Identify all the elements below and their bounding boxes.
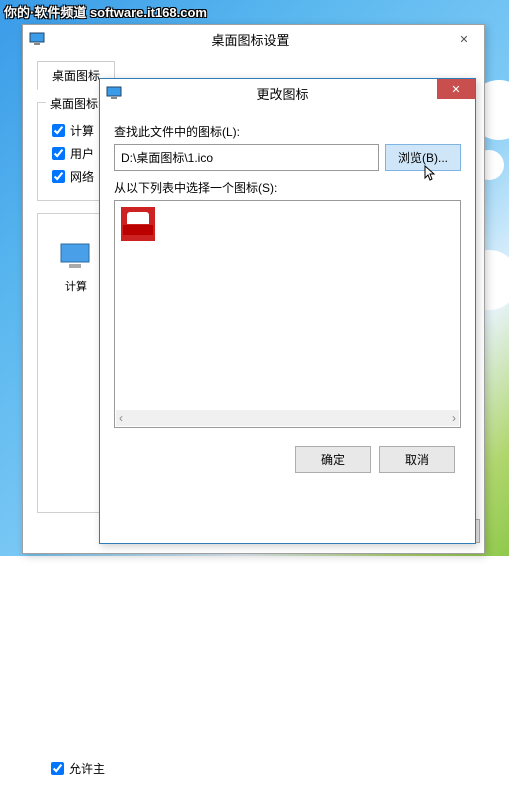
icon-preview-computer[interactable]: 计算 [54, 238, 98, 294]
car-icon[interactable] [121, 207, 155, 241]
dialog-title: 桌面图标设置 [51, 30, 450, 49]
lookup-label: 查找此文件中的图标(L): [114, 123, 461, 140]
select-label: 从以下列表中选择一个图标(S): [114, 179, 461, 196]
icon-path-input[interactable] [114, 144, 379, 171]
close-icon[interactable]: ✕ [450, 29, 478, 49]
watermark-text: 你的·软件频道 software.it168.com [4, 2, 207, 21]
scroll-left-icon[interactable]: ‹ [119, 411, 123, 425]
change-icon-dialog: 更改图标 ✕ 查找此文件中的图标(L): 浏览(B)... 从以下列表中选择一个… [99, 78, 476, 544]
monitor-icon [29, 31, 45, 47]
checkbox-user[interactable] [52, 147, 65, 160]
checkbox-user-label: 用户 [70, 145, 94, 162]
browse-button-label: 浏览(B)... [398, 151, 448, 165]
scroll-right-icon[interactable]: › [452, 411, 456, 425]
checkbox-allow-themes-label: 允许主 [69, 760, 105, 777]
checkbox-network[interactable] [52, 170, 65, 183]
cursor-icon [424, 165, 438, 183]
checkbox-network-label: 网络 [70, 168, 94, 185]
monitor-icon [106, 85, 122, 101]
browse-button[interactable]: 浏览(B)... [385, 144, 461, 171]
group-title: 桌面图标 [46, 95, 102, 112]
titlebar: 桌面图标设置 ✕ [23, 25, 484, 53]
checkbox-computer[interactable] [52, 124, 65, 137]
ok-button[interactable]: 确定 [295, 446, 371, 473]
icon-preview-label: 计算 [65, 278, 87, 294]
titlebar: 更改图标 ✕ [100, 79, 475, 107]
close-button[interactable]: ✕ [437, 79, 475, 99]
dialog-title: 更改图标 [128, 84, 437, 103]
checkbox-allow-themes[interactable] [51, 762, 64, 775]
horizontal-scrollbar[interactable]: ‹ › [116, 410, 459, 426]
icon-list[interactable]: ‹ › [114, 200, 461, 428]
checkbox-computer-label: 计算 [70, 122, 94, 139]
cancel-button[interactable]: 取消 [379, 446, 455, 473]
